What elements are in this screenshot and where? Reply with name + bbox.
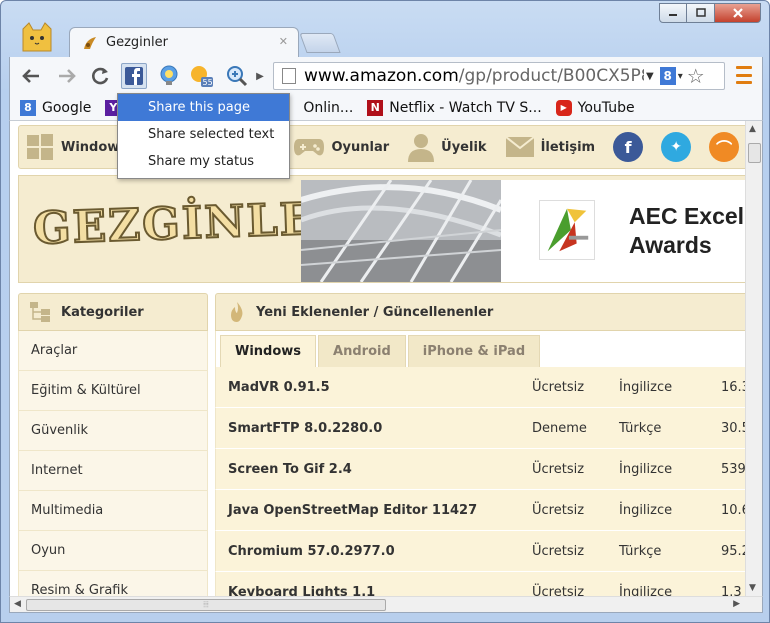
sidebar-header: Kategoriler (18, 293, 208, 331)
nav-iletisim[interactable]: İletişim (504, 136, 595, 158)
table-row[interactable]: Java OpenStreetMap Editor 11427 Ücretsiz… (215, 490, 762, 531)
platform-tabs: Windows Android iPhone & iPad (215, 331, 762, 367)
weather-icon[interactable]: 55 (188, 63, 214, 89)
sidebar-item-resim-grafik[interactable]: Resim & Grafik (18, 571, 208, 596)
address-bar[interactable]: www.amazon.com/gp/product/B00CX5P8 ▼ 8 ▾… (273, 62, 725, 90)
minimize-button[interactable] (659, 3, 687, 23)
bookmark-netflix[interactable]: N Netflix - Watch TV S... (367, 99, 542, 116)
forward-icon[interactable] (54, 63, 80, 89)
google-icon: 8 (20, 99, 36, 116)
bookmark-google[interactable]: 8 Google (20, 99, 91, 116)
nav-oyunlar[interactable]: Oyunlar (293, 135, 389, 159)
tab-close-icon[interactable]: ✕ (279, 35, 288, 48)
table-row[interactable]: Screen To Gif 2.4 Ücretsiz İngilizce 539… (215, 449, 762, 490)
back-icon[interactable] (18, 63, 44, 89)
close-window-button[interactable] (715, 3, 761, 23)
menu-icon[interactable] (736, 66, 752, 84)
windows-icon (27, 134, 53, 160)
table-row[interactable]: MadVR 0.91.5 Ücretsiz İngilizce 16.3 I (215, 367, 762, 408)
table-row[interactable]: Keyboard Lights 1.1 Ücretsiz İngilizce 1… (215, 572, 762, 596)
star-icon[interactable]: ☆ (687, 64, 705, 88)
browser-tab[interactable]: Gezginler ✕ (69, 27, 299, 57)
new-tab-button[interactable] (299, 33, 341, 53)
tab-windows[interactable]: Windows (220, 335, 317, 367)
maximize-button[interactable] (687, 3, 715, 23)
sidebar-item-araclar[interactable]: Araçlar (18, 331, 208, 371)
ad-title: AEC Excell Awards (629, 203, 751, 258)
reload-icon[interactable] (88, 63, 114, 89)
facebook-share-icon[interactable] (121, 63, 147, 89)
panel-header: Yeni Eklenenler / Güncellenenler (215, 293, 762, 331)
scroll-right-icon[interactable]: ▶ (733, 599, 740, 609)
category-sidebar: Kategoriler Araçlar Eğitim & Kültürel Gü… (18, 293, 208, 596)
page-icon (282, 68, 296, 84)
sidebar-item-internet[interactable]: Internet (18, 451, 208, 491)
envelope-icon (504, 136, 535, 157)
youtube-icon: ▶ (555, 99, 572, 116)
url-text[interactable]: www.amazon.com/gp/product/B00CX5P8 (304, 66, 644, 86)
vertical-scrollbar[interactable]: ▲ ▼ (745, 121, 762, 596)
vertical-scroll-thumb[interactable] (748, 143, 761, 163)
close-icon (732, 8, 743, 18)
new-updates-panel: Yeni Eklenenler / Güncellenenler Windows… (215, 293, 762, 596)
tab-iphone-ipad[interactable]: iPhone & iPad (407, 335, 541, 367)
share-my-status-item[interactable]: Share my status (118, 148, 289, 175)
minimize-icon (669, 14, 677, 16)
google-search-icon[interactable]: 8 (659, 67, 676, 85)
user-icon (408, 134, 435, 162)
share-menu: Share this page Share selected text Shar… (117, 93, 290, 179)
sidebar-item-egitim[interactable]: Eğitim & Kültürel (18, 371, 208, 411)
sidebar-item-guvenlik[interactable]: Güvenlik (18, 411, 208, 451)
site-banner: GEZGİNLER AEC Excell Awards (18, 175, 759, 283)
horizontal-scrollbar[interactable]: ◀ ⦙⦙⦙ ▶ (9, 596, 763, 613)
scroll-left-icon[interactable]: ◀ (14, 599, 21, 609)
category-tree-icon (30, 302, 50, 322)
omnibox-dropdown-icon[interactable]: ▼ (646, 71, 654, 82)
flame-icon (231, 302, 243, 322)
maximize-icon (695, 8, 706, 17)
facebook-icon[interactable]: f (613, 132, 644, 162)
table-row[interactable]: Chromium 57.0.2977.0 Ücretsiz Türkçe 95.… (215, 531, 762, 572)
twitter-icon[interactable]: ✦ (661, 132, 692, 162)
architecture-photo (301, 180, 501, 282)
search-engine-dropdown-icon[interactable]: ▾ (678, 71, 683, 82)
netflix-icon: N (367, 99, 384, 116)
scroll-up-icon[interactable]: ▲ (749, 124, 756, 134)
window-controls (659, 3, 761, 23)
sidebar-item-multimedia[interactable]: Multimedia (18, 491, 208, 531)
tab-title: Gezginler (106, 35, 168, 50)
share-selected-text-item[interactable]: Share selected text (118, 121, 289, 148)
bookmark-online[interactable]: Onlin... (303, 100, 353, 116)
nav-uyelik[interactable]: Üyelik (407, 132, 487, 162)
profile-cat-icon[interactable] (19, 21, 55, 53)
rss-icon[interactable]: ⌒ (709, 132, 740, 162)
scroll-down-icon[interactable]: ▼ (749, 583, 756, 593)
zoom-icon[interactable] (224, 63, 250, 89)
share-this-page-item[interactable]: Share this page (118, 94, 289, 121)
horizontal-scroll-thumb[interactable]: ⦙⦙⦙ (26, 599, 386, 611)
gezginler-favicon-icon (84, 36, 96, 49)
gamepad-icon (294, 139, 325, 156)
browser-window: Gezginler ✕ 55 ▶ www.amazon.com/gp/produ… (0, 0, 770, 623)
table-row[interactable]: SmartFTP 8.0.2280.0 Deneme Türkçe 30.5 I (215, 408, 762, 449)
svg-text:55: 55 (203, 78, 213, 87)
page-content: Windows OS Oyunlar Üyelik (9, 121, 763, 596)
sidebar-item-oyun[interactable]: Oyun (18, 531, 208, 571)
ad-panel[interactable]: AEC Excell Awards (501, 180, 759, 282)
bookmark-youtube[interactable]: ▶ YouTube (555, 99, 635, 116)
toolbar: 55 ▶ www.amazon.com/gp/product/B00CX5P8 … (9, 57, 763, 95)
overflow-arrow-icon[interactable]: ▶ (254, 63, 266, 89)
lightbulb-icon[interactable] (156, 63, 182, 89)
nav-windows[interactable]: Windows (25, 132, 127, 162)
tab-android[interactable]: Android (318, 335, 406, 367)
aec-award-logo (539, 200, 595, 260)
